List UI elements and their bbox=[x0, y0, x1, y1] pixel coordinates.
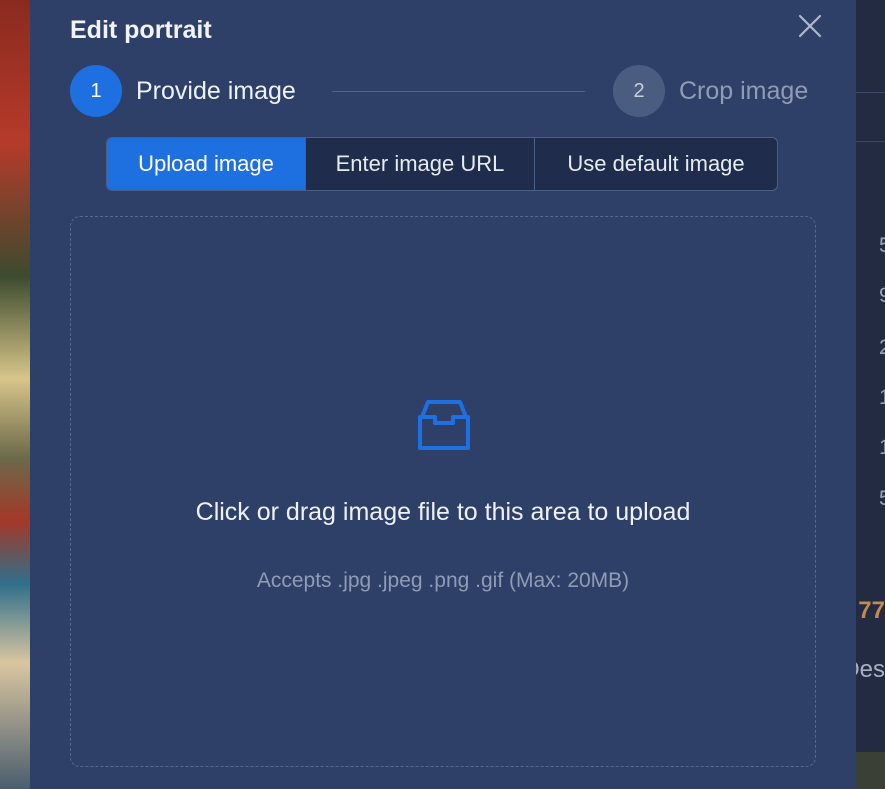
background-number: 1 bbox=[879, 386, 885, 409]
background-artwork-left bbox=[0, 0, 30, 789]
modal-title: Edit portrait bbox=[70, 16, 212, 44]
use-default-image-button[interactable]: Use default image bbox=[534, 138, 777, 190]
inbox-icon bbox=[418, 400, 470, 450]
background-highlight-value: 77 bbox=[858, 597, 885, 624]
background-divider bbox=[856, 0, 885, 93]
background-number: 2 bbox=[879, 336, 885, 359]
background-panel-right: 5 9 2 1 1 5 77 Des bbox=[856, 0, 885, 789]
background-number: 5 bbox=[879, 234, 885, 257]
step-label: Provide image bbox=[136, 76, 296, 105]
close-icon bbox=[798, 14, 822, 38]
edit-portrait-modal: Edit portrait 1 Provide image 2 Crop ima… bbox=[30, 0, 856, 789]
step-provide-image: 1 Provide image bbox=[70, 65, 296, 117]
upload-dropzone[interactable]: Click or drag image file to this area to… bbox=[70, 216, 816, 767]
background-image bbox=[856, 752, 885, 789]
background-divider bbox=[856, 141, 885, 142]
background-number: 9 bbox=[879, 284, 885, 307]
background-number: 1 bbox=[879, 436, 885, 459]
image-source-selector: Upload image Enter image URL Use default… bbox=[106, 137, 778, 191]
step-number-badge: 1 bbox=[70, 65, 122, 117]
dropzone-instruction: Click or drag image file to this area to… bbox=[195, 498, 691, 526]
upload-image-button[interactable]: Upload image bbox=[107, 138, 305, 190]
step-label: Crop image bbox=[679, 76, 809, 105]
close-button[interactable] bbox=[796, 12, 824, 40]
dropzone-accepted-formats: Accepts .jpg .jpeg .png .gif (Max: 20MB) bbox=[256, 569, 630, 592]
step-number-badge: 2 bbox=[613, 65, 665, 117]
enter-image-url-button[interactable]: Enter image URL bbox=[305, 138, 534, 190]
background-number: 5 bbox=[879, 487, 885, 510]
step-crop-image: 2 Crop image bbox=[613, 65, 808, 117]
step-connector bbox=[332, 91, 585, 92]
background-text: Des bbox=[856, 656, 885, 683]
